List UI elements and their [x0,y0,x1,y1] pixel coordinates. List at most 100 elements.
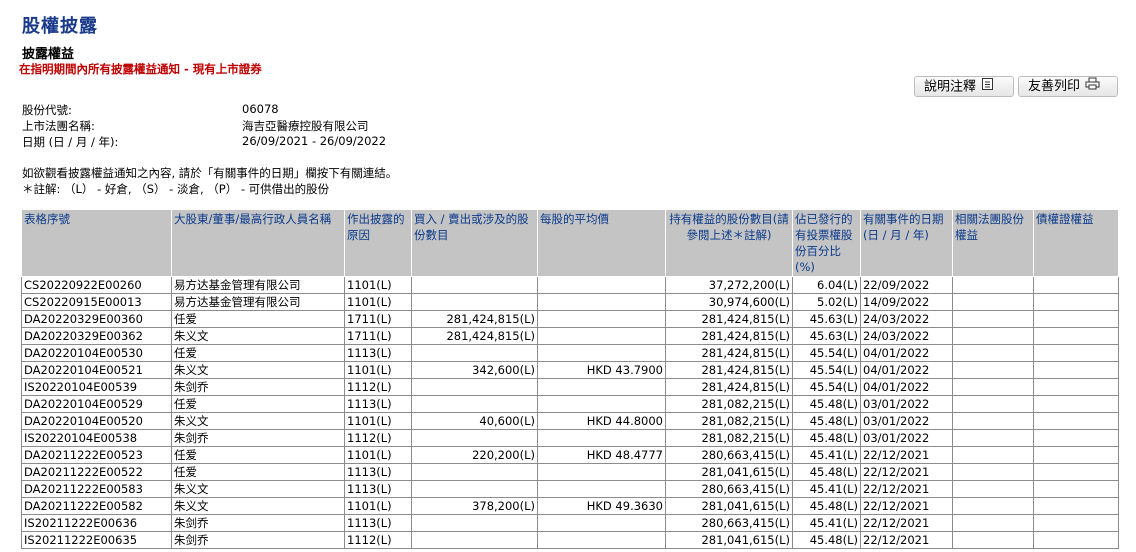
cell-event-date[interactable]: 22/12/2021 [860,446,953,464]
cell-shares-held: 281,424,815(L) [665,327,793,345]
cell-debentures [1033,310,1119,328]
stock-code-value: 06078 [242,102,279,116]
table-row: IS20220104E00539 朱剑乔 1112(L) 281,424,815(L)… [21,378,1119,396]
table-row: DA20211222E00583 朱义文 1113(L) 280,663,415(L)… [21,480,1119,498]
company-value: 海吉亞醫療控股有限公司 [242,119,369,133]
cell-event-date[interactable]: 24/03/2022 [860,327,953,345]
company-label: 上市法團名稱: [22,119,95,133]
col-header-shares-involved: 買入 / 賣出或涉及的股份數目 [411,209,538,277]
cell-debentures [1033,531,1119,549]
cell-event-date[interactable]: 03/01/2022 [860,395,953,413]
col-header-form-serial: 表格序號 [21,209,172,277]
cell-form-serial: DA20220104E00520 [21,412,172,430]
cell-avg-price [537,514,666,532]
table-row: DA20220329E00362 朱义文 1711(L) 281,424,815(L)… [21,327,1119,345]
cell-debentures [1033,327,1119,345]
cell-event-date[interactable]: 04/01/2022 [860,378,953,396]
cell-form-serial: DA20220104E00521 [21,361,172,379]
cell-reason: 1112(L) [344,429,412,447]
cell-event-date[interactable]: 22/12/2021 [860,531,953,549]
cell-debentures [1033,514,1119,532]
cell-shares-held: 281,424,815(L) [665,344,793,362]
cell-percentage: 6.04(L) [792,276,861,294]
table-row: DA20211222E00582 朱义文 1101(L) 378,200(L) HKD … [21,497,1119,515]
cell-avg-price [537,344,666,362]
cell-avg-price: HKD 49.3630 [537,497,666,515]
col-header-associated-corp: 相關法團股份權益 [952,209,1034,277]
cell-event-date[interactable]: 22/12/2021 [860,514,953,532]
cell-event-date[interactable]: 03/01/2022 [860,429,953,447]
cell-shares-involved: 281,424,815(L) [411,310,538,328]
cell-shares-held: 281,041,615(L) [665,463,793,481]
cell-event-date[interactable]: 24/03/2022 [860,310,953,328]
cell-holder-name: 任爱 [171,463,345,481]
cell-form-serial: CS20220922E00260 [21,276,172,294]
cell-form-serial: IS20211222E00636 [21,514,172,532]
print-button[interactable]: 友善列印 [1018,76,1118,97]
cell-shares-involved: 40,600(L) [411,412,538,430]
cell-debentures [1033,412,1119,430]
cell-avg-price [537,327,666,345]
table-row: DA20220104E00530 任爱 1113(L) 281,424,815(L) 4… [21,344,1119,362]
cell-percentage: 45.48(L) [792,531,861,549]
cell-avg-price [537,378,666,396]
cell-event-date[interactable]: 22/12/2021 [860,497,953,515]
cell-reason: 1101(L) [344,276,412,294]
cell-event-date[interactable]: 03/01/2022 [860,412,953,430]
cell-debentures [1033,276,1119,294]
cell-shares-held: 281,041,615(L) [665,531,793,549]
cell-reason: 1113(L) [344,480,412,498]
cell-percentage: 45.41(L) [792,446,861,464]
cell-shares-held: 281,424,815(L) [665,361,793,379]
cell-reason: 1113(L) [344,395,412,413]
cell-holder-name: 易方达基金管理有限公司 [171,293,345,311]
col-header-event-date: 有關事件的日期(日 / 月 / 年) [860,209,953,277]
cell-debentures [1033,361,1119,379]
table-row: IS20211222E00635 朱剑乔 1112(L) 281,041,615(L)… [21,531,1119,549]
cell-shares-involved: 281,424,815(L) [411,327,538,345]
cell-shares-involved [411,531,538,549]
cell-shares-involved: 220,200(L) [411,446,538,464]
col-header-avg-price: 每股的平均價 [537,209,666,277]
page-title: 股權披露 [22,16,98,37]
cell-shares-held: 280,663,415(L) [665,514,793,532]
cell-shares-held: 281,082,215(L) [665,429,793,447]
cell-avg-price [537,276,666,294]
cell-event-date[interactable]: 22/09/2022 [860,276,953,294]
cell-form-serial: IS20220104E00539 [21,378,172,396]
cell-percentage: 45.48(L) [792,395,861,413]
cell-form-serial: DA20211222E00523 [21,446,172,464]
cell-event-date[interactable]: 04/01/2022 [860,344,953,362]
col-header-debentures: 債權證權益 [1033,209,1119,277]
cell-holder-name: 易方达基金管理有限公司 [171,276,345,294]
cell-avg-price [537,395,666,413]
cell-associated-corp [952,276,1034,294]
cell-event-date[interactable]: 22/12/2021 [860,480,953,498]
cell-event-date[interactable]: 04/01/2022 [860,361,953,379]
table-row: DA20220104E00529 任爱 1113(L) 281,082,215(L) 4… [21,395,1119,413]
cell-holder-name: 朱剑乔 [171,429,345,447]
cell-event-date[interactable]: 22/12/2021 [860,463,953,481]
notes-button[interactable]: 說明注釋 [914,76,1014,97]
table-row: DA20220329E00360 任爱 1711(L) 281,424,815(L) 2… [21,310,1119,328]
cell-form-serial: IS20211222E00635 [21,531,172,549]
cell-form-serial: DA20220329E00362 [21,327,172,345]
cell-shares-involved [411,463,538,481]
cell-percentage: 45.48(L) [792,497,861,515]
cell-holder-name: 任爱 [171,344,345,362]
col-header-reason: 作出披露的原因 [344,209,412,277]
cell-shares-held: 281,082,215(L) [665,395,793,413]
cell-percentage: 45.54(L) [792,344,861,362]
cell-avg-price [537,293,666,311]
cell-shares-involved [411,378,538,396]
cell-event-date[interactable]: 14/09/2022 [860,293,953,311]
cell-percentage: 45.48(L) [792,412,861,430]
cell-avg-price: HKD 48.4777 [537,446,666,464]
table-row: IS20211222E00636 朱剑乔 1113(L) 280,663,415(L)… [21,514,1119,532]
cell-reason: 1711(L) [344,310,412,328]
cell-associated-corp [952,463,1034,481]
cell-holder-name: 朱义文 [171,361,345,379]
cell-percentage: 45.63(L) [792,310,861,328]
cell-debentures [1033,463,1119,481]
cell-reason: 1113(L) [344,463,412,481]
